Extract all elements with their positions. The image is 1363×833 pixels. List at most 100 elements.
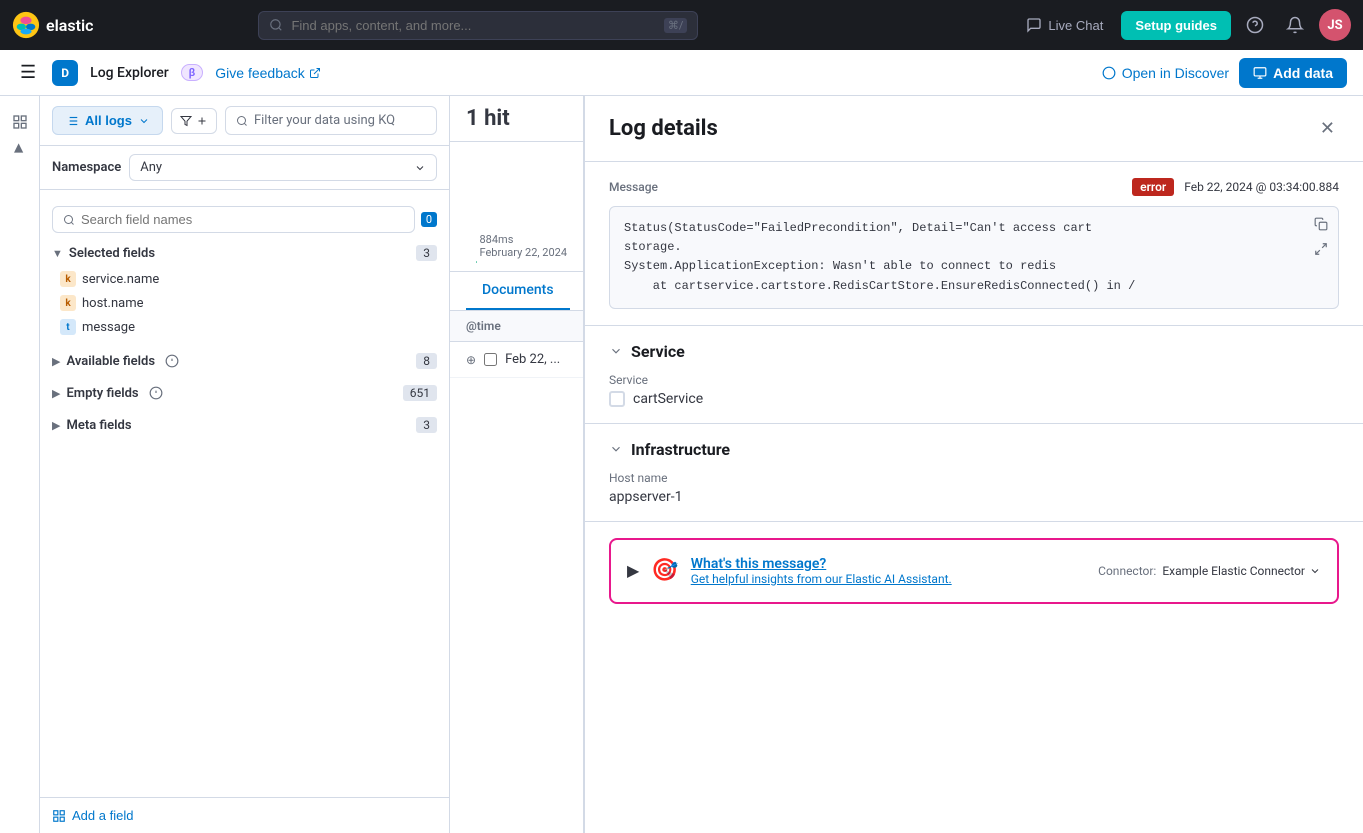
second-nav-right: Open in Discover Add data [1102, 58, 1347, 88]
infrastructure-section-header[interactable]: Infrastructure [609, 440, 1339, 459]
tabs-bar: Documents [450, 272, 583, 311]
field-type-badge-k: k [60, 271, 76, 287]
meta-fields-title: Meta fields [66, 418, 131, 433]
host-field: Host name appserver-1 [609, 471, 1339, 505]
namespace-label: Namespace [52, 160, 121, 175]
global-search-bar[interactable]: ⌘/ [258, 11, 698, 40]
table-header: @time [450, 311, 583, 342]
selected-fields-count: 3 [416, 245, 437, 261]
ai-title[interactable]: What's this message? [691, 556, 1086, 572]
beta-badge: β [181, 64, 204, 81]
filter-bar: All logs Filter your data using KQ [40, 96, 449, 146]
chart-time-label: 884ms [480, 233, 514, 246]
namespace-select[interactable]: Any [129, 154, 437, 181]
kql-filter-input[interactable]: Filter your data using KQ [225, 106, 437, 135]
service-checkbox[interactable] [609, 391, 625, 407]
service-section-header[interactable]: Service [609, 342, 1339, 361]
live-chat-label: Live Chat [1048, 18, 1103, 33]
main-content-area: ◀ All logs [0, 96, 1363, 833]
elastic-logo-text: elastic [46, 16, 93, 35]
infrastructure-section-title: Infrastructure [631, 440, 730, 459]
service-field: Service cartService [609, 373, 1339, 407]
notifications-icon-button[interactable] [1279, 9, 1311, 41]
left-fields-panel: All logs Filter your data using KQ [40, 96, 450, 833]
available-fields-section: ▶ Available fields 8 [40, 347, 449, 375]
copy-code-button[interactable] [1312, 215, 1330, 236]
row-checkbox[interactable] [484, 353, 497, 366]
ai-subtitle[interactable]: Get helpful insights from our Elastic AI… [691, 572, 1086, 586]
row-date: Feb 22, ... [505, 352, 560, 367]
message-meta: error Feb 22, 2024 @ 03:34:00.884 [1132, 178, 1339, 196]
infrastructure-chevron-icon [609, 442, 623, 456]
hamburger-menu-button[interactable]: ☰ [16, 58, 40, 87]
histogram-chart [466, 173, 478, 263]
host-name-value: appserver-1 [609, 489, 682, 505]
empty-fields-title: Empty fields [66, 386, 138, 401]
close-log-details-button[interactable]: ✕ [1316, 114, 1339, 143]
field-item-host-name[interactable]: k host.name [52, 291, 437, 315]
chart-date-label: February 22, 2024 [480, 246, 568, 259]
connector-chevron-icon [1309, 565, 1321, 577]
error-badge: error [1132, 178, 1174, 196]
all-logs-label: All logs [85, 113, 132, 128]
field-name-message: message [82, 320, 135, 335]
selected-fields-chevron-icon: ▼ [52, 247, 63, 260]
nav-right-section: Live Chat Setup guides JS [1016, 9, 1351, 41]
ai-expand-button[interactable]: ▶ [627, 561, 639, 581]
service-field-label: Service [609, 373, 1339, 387]
empty-info-icon [149, 386, 163, 400]
available-fields-title: Available fields [66, 354, 155, 369]
selected-fields-section: ▼ Selected fields 3 k service.name k hos… [40, 239, 449, 339]
sidebar-collapse-button[interactable]: ◀ [12, 143, 26, 152]
global-search-input[interactable] [291, 18, 655, 33]
filter-add-button[interactable] [171, 108, 217, 134]
selected-fields-header[interactable]: ▼ Selected fields 3 [52, 239, 437, 267]
message-label: Message [609, 180, 658, 194]
user-avatar[interactable]: JS [1319, 9, 1351, 41]
table-row[interactable]: ⊕ Feb 22, ... [450, 342, 583, 378]
help-icon-button[interactable] [1239, 9, 1271, 41]
ai-assistant-section: ▶ 🎯 What's this message? Get helpful ins… [609, 538, 1339, 604]
connector-select[interactable]: Example Elastic Connector [1162, 564, 1321, 578]
live-chat-button[interactable]: Live Chat [1016, 11, 1113, 39]
table-area: @time ⊕ Feb 22, ... [450, 311, 583, 833]
field-item-service-name[interactable]: k service.name [52, 267, 437, 291]
expand-code-button[interactable] [1312, 240, 1330, 261]
meta-fields-count: 3 [416, 417, 437, 433]
ai-logo-icon: 🎯 [651, 558, 678, 583]
empty-fields-header[interactable]: ▶ Empty fields 651 [52, 379, 437, 407]
meta-fields-chevron-icon: ▶ [52, 419, 60, 432]
log-details-scroll: Message error Feb 22, 2024 @ 03:34:00.88… [585, 162, 1363, 833]
setup-guides-button[interactable]: Setup guides [1121, 11, 1231, 40]
field-item-message[interactable]: t message [52, 315, 437, 339]
elastic-logo[interactable]: elastic [12, 11, 93, 39]
empty-fields-section: ▶ Empty fields 651 [40, 379, 449, 407]
ai-content: What's this message? Get helpful insight… [691, 556, 1086, 586]
give-feedback-button[interactable]: Give feedback [215, 65, 321, 81]
add-field-button[interactable]: Add a field [52, 808, 133, 823]
available-info-icon [165, 354, 179, 368]
field-type-badge-t: t [60, 319, 76, 335]
chart-label-area: 884ms February 22, 2024 [480, 233, 568, 263]
hit-count-bar: 1 hit [450, 96, 583, 142]
open-in-discover-button[interactable]: Open in Discover [1102, 65, 1229, 81]
field-search-bar: 0 [40, 200, 449, 239]
add-data-button[interactable]: Add data [1239, 58, 1347, 88]
field-search-input[interactable] [81, 212, 404, 227]
sidebar-grid-button[interactable] [6, 108, 34, 141]
service-field-value: cartService [609, 391, 1339, 407]
meta-fields-header[interactable]: ▶ Meta fields 3 [52, 411, 437, 439]
infrastructure-section: Infrastructure Host name appserver-1 [585, 424, 1363, 522]
empty-fields-count: 651 [403, 385, 437, 401]
field-filter-count: 0 [421, 212, 437, 227]
app-badge: D [52, 60, 78, 86]
row-expand-icon: ⊕ [466, 353, 476, 367]
host-value: appserver-1 [609, 489, 1339, 505]
available-fields-header[interactable]: ▶ Available fields 8 [52, 347, 437, 375]
log-details-header: Log details ✕ [585, 96, 1363, 162]
all-logs-button[interactable]: All logs [52, 106, 163, 135]
center-data-panel: 1 hit 884ms February 22, 2024 Documents … [450, 96, 583, 833]
tab-documents[interactable]: Documents [466, 272, 570, 310]
field-search-input-wrapper[interactable] [52, 206, 415, 233]
empty-fields-chevron-icon: ▶ [52, 387, 60, 400]
